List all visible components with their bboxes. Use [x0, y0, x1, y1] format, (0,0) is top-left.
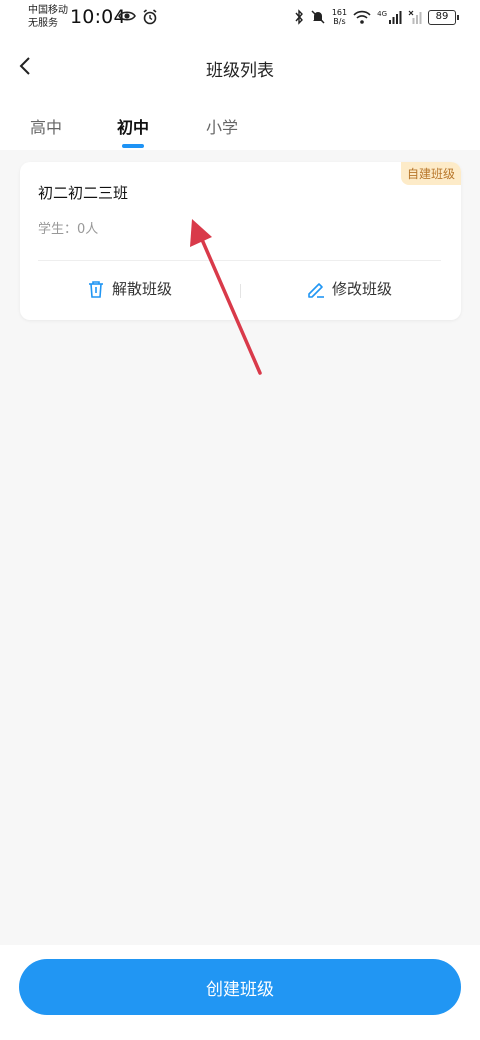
self-created-badge: 自建班级	[400, 162, 461, 185]
tab-primary-school[interactable]: 小学	[206, 114, 238, 138]
modify-class-label: 修改班级	[332, 280, 393, 298]
modify-class-button[interactable]: 修改班级	[306, 278, 392, 299]
status-left-icons	[118, 9, 158, 25]
mute-bell-icon	[311, 10, 325, 24]
carrier-info: 中国移动 无服务	[28, 4, 68, 30]
network-type-label: 4G	[377, 10, 387, 18]
trash-icon	[89, 280, 103, 298]
level-tabs: 高中 初中 小学	[0, 96, 480, 150]
active-tab-indicator	[122, 144, 144, 148]
signal-strength: 4G	[377, 10, 402, 24]
network-speed: 161 B/s	[332, 8, 347, 26]
tab-junior-high[interactable]: 初中	[117, 114, 149, 138]
tab-high-school[interactable]: 高中	[30, 114, 62, 138]
network-speed-unit: B/s	[333, 17, 346, 26]
wifi-icon	[353, 10, 371, 24]
nav-bar: 班级列表	[0, 36, 480, 96]
bluetooth-icon	[295, 9, 303, 25]
student-count: 学生：0人	[38, 222, 99, 237]
dissolve-class-button[interactable]: 解散班级	[86, 278, 172, 299]
network-speed-value: 161	[331, 8, 348, 17]
status-bar: 中国移动 无服务 10:04 161 B/s 4G 89	[0, 0, 480, 36]
status-right-icons: 161 B/s 4G 89	[294, 8, 459, 26]
bottom-bar: 创建班级	[0, 945, 480, 1040]
edit-pen-icon	[308, 282, 324, 298]
eye-icon	[118, 11, 136, 21]
page-title: 班级列表	[206, 61, 274, 81]
no-sim-signal-icon	[408, 10, 422, 24]
dissolve-class-label: 解散班级	[112, 280, 173, 298]
class-name: 初二初二三班	[38, 184, 129, 202]
create-class-button[interactable]: 创建班级	[19, 959, 461, 1015]
alarm-icon	[143, 9, 157, 25]
carrier-name: 中国移动	[28, 5, 68, 16]
cellular-signal-icon	[389, 11, 402, 24]
service-status: 无服务	[28, 18, 58, 29]
battery-indicator: 89	[428, 9, 459, 25]
annotation-arrow-icon	[190, 219, 262, 375]
